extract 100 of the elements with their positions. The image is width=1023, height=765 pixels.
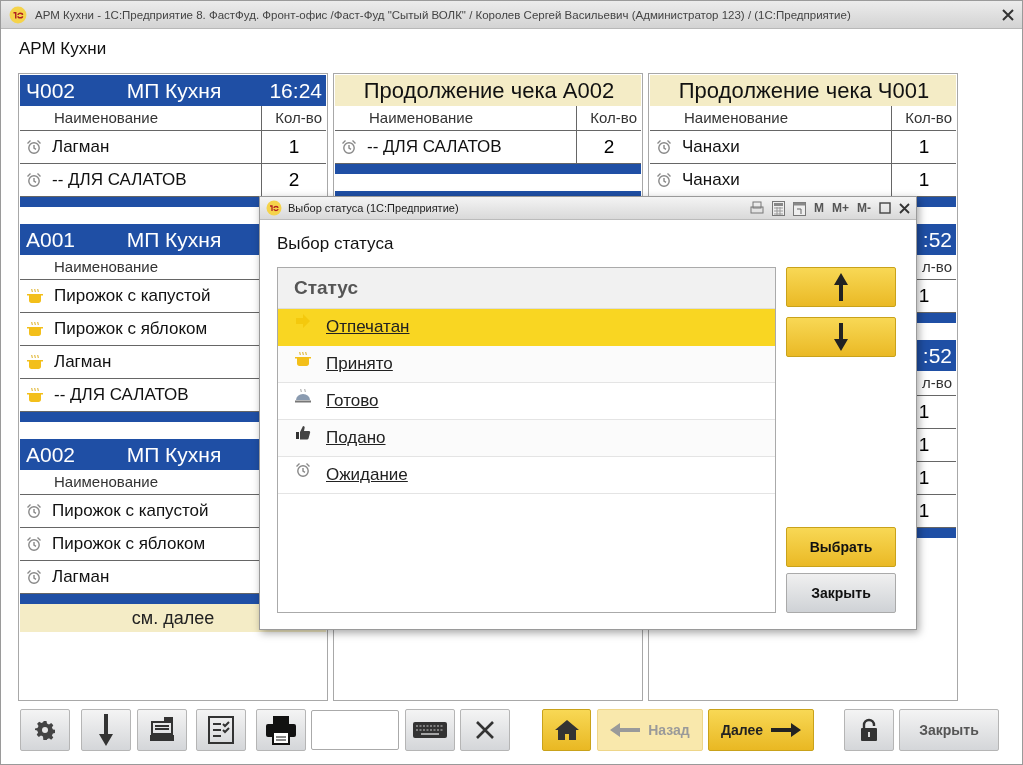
quantity: 1 — [918, 467, 930, 489]
alarm-clock-icon — [26, 569, 42, 585]
column-header: Наименование — [684, 109, 788, 126]
dish-name: -- ДЛЯ САЛАТОВ — [367, 137, 502, 157]
order-time: 16:24 — [269, 78, 322, 102]
calendar-icon[interactable] — [793, 200, 806, 216]
close-button[interactable]: Закрыть — [899, 709, 999, 751]
column-header: Наименование — [54, 473, 158, 490]
right-arrow-icon — [771, 723, 801, 737]
quantity: 1 — [918, 434, 930, 456]
order-time: :52 — [922, 227, 952, 251]
alarm-clock-icon — [656, 172, 672, 188]
dish-name: Пирожок с капустой — [54, 286, 211, 306]
home-icon — [554, 719, 579, 741]
kitchen-name: МП Кухня — [126, 227, 222, 251]
quantity: 1 — [918, 401, 930, 423]
calculator-icon[interactable] — [772, 200, 785, 216]
window-title: АРМ Кухни - 1С:Предприятие 8. ФастФуд. Фронт-офис /Фаст-Фуд "Сытый ВОЛК" / Королев Сергей Васильевич (Администратор 123) / (1С:Предприятие) — [35, 8, 852, 21]
dish-name: Лагман — [52, 567, 110, 587]
clear-button[interactable] — [460, 709, 510, 751]
pot-icon — [26, 288, 44, 304]
column-header: Кол-во — [590, 109, 637, 126]
alarm-clock-icon — [341, 139, 357, 155]
memory-button[interactable]: M+ — [832, 201, 849, 215]
settings-button[interactable] — [20, 709, 70, 751]
settings-icon — [35, 720, 55, 740]
move-up-button[interactable] — [786, 267, 896, 307]
continuation-title: Продолжение чека Ч001 — [678, 77, 930, 104]
column-header: Наименование — [369, 109, 473, 126]
memory-button[interactable]: M — [814, 201, 824, 215]
close-icon[interactable] — [1002, 8, 1014, 21]
alarm-clock-icon — [295, 462, 311, 478]
column-header: Наименование — [54, 258, 158, 275]
dish-name: Пирожок с яблоком — [52, 534, 206, 554]
lock-button[interactable] — [844, 709, 894, 751]
column-header: Кол-во — [275, 109, 322, 126]
column-header: л-во — [922, 374, 952, 391]
status-option[interactable]: Отпечатан — [278, 309, 775, 346]
continuation-title: Продолжение чека А002 — [363, 77, 615, 104]
pot-icon — [294, 351, 312, 367]
lock-icon — [860, 718, 878, 742]
alarm-clock-icon — [26, 139, 42, 155]
quantity: 1 — [918, 169, 930, 191]
printer-icon — [265, 715, 297, 745]
keyboard-icon — [413, 722, 447, 738]
dish-name: Пирожок с капустой — [52, 501, 209, 521]
status-option[interactable]: Ожидание — [278, 457, 775, 494]
column-header: л-во — [922, 258, 952, 275]
cash-register-icon — [148, 716, 176, 744]
quantity: 1 — [918, 285, 930, 307]
down-arrow-icon — [99, 714, 113, 746]
down-button[interactable] — [81, 709, 131, 751]
left-arrow-icon — [610, 723, 641, 737]
pot-icon — [26, 354, 44, 370]
dish-name: Пирожок с яблоком — [54, 319, 208, 339]
print-button[interactable] — [256, 709, 306, 751]
dish-name: Чанахи — [682, 170, 740, 190]
thumbs-up-icon — [295, 425, 311, 441]
status-option[interactable]: Принято — [278, 346, 775, 383]
see-more-label: см. далее — [131, 607, 215, 629]
checklist-button[interactable] — [196, 709, 246, 751]
dish-name: Лагман — [54, 352, 112, 372]
app-logo-icon — [9, 5, 27, 24]
kitchen-name: МП Кухня — [126, 78, 222, 102]
dish-name: Чанахи — [682, 137, 740, 157]
order-time: :52 — [922, 343, 952, 367]
close-icon — [475, 720, 495, 740]
list-header: Статус — [294, 277, 359, 299]
alarm-clock-icon — [26, 172, 42, 188]
dialog-heading: Выбор статуса — [277, 233, 394, 254]
order-number: А001 — [26, 227, 76, 251]
pot-icon — [26, 387, 44, 403]
status-option[interactable]: Подано — [278, 420, 775, 457]
column-header: Наименование — [54, 109, 158, 126]
alarm-clock-icon — [26, 503, 42, 519]
up-arrow-icon — [834, 273, 848, 301]
quantity: 1 — [288, 136, 300, 158]
cash-register-button[interactable] — [137, 709, 187, 751]
app-logo-icon — [266, 200, 282, 216]
page-title: АРМ Кухни — [19, 38, 107, 59]
next-button[interactable]: Далее — [708, 709, 814, 751]
home-button[interactable] — [542, 709, 591, 751]
quantity: 1 — [918, 500, 930, 522]
memory-button[interactable]: M- — [857, 201, 871, 215]
dish-name: Лагман — [52, 137, 110, 157]
quantity: 1 — [918, 136, 930, 158]
alarm-clock-icon — [26, 536, 42, 552]
close-button[interactable]: Закрыть — [786, 573, 896, 613]
choose-button[interactable]: Выбрать — [786, 527, 896, 567]
quantity: 2 — [603, 136, 615, 158]
column-header: Кол-во — [905, 109, 952, 126]
close-icon[interactable] — [899, 202, 910, 214]
print-preview-icon[interactable] — [750, 201, 764, 215]
keyboard-button[interactable] — [405, 709, 455, 751]
input-field[interactable] — [311, 710, 399, 750]
down-arrow-icon — [834, 323, 848, 351]
checklist-icon — [208, 716, 234, 744]
move-down-button[interactable] — [786, 317, 896, 357]
maximize-icon[interactable] — [879, 202, 891, 214]
pot-icon — [26, 321, 44, 337]
